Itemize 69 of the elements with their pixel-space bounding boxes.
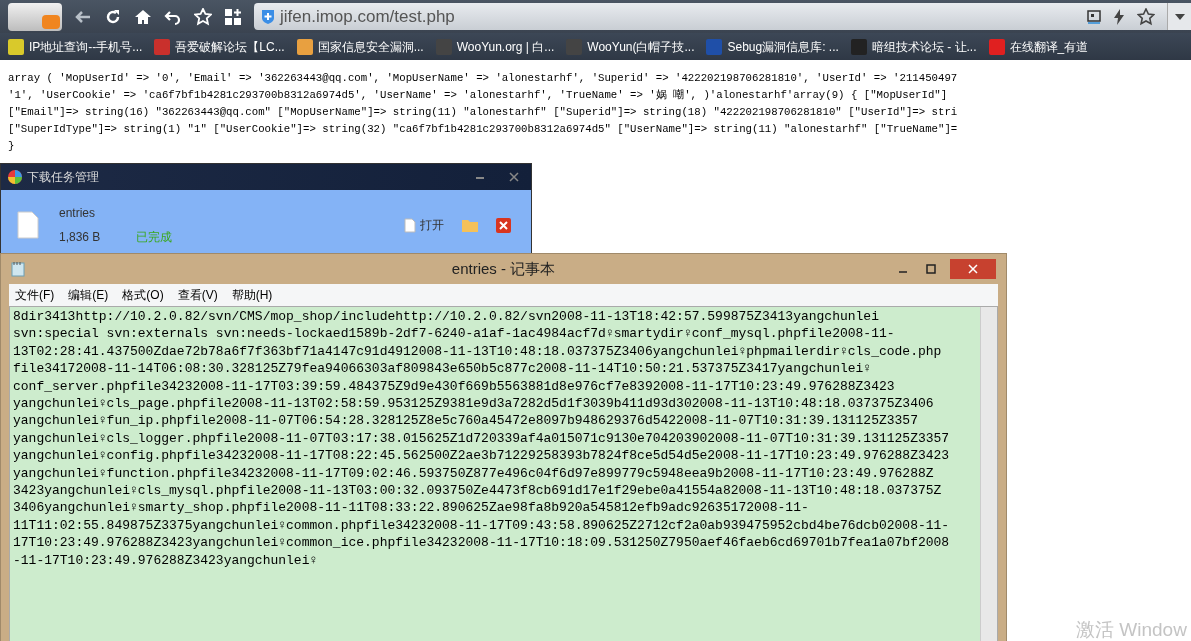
window-title: entries - 记事本	[451, 258, 556, 279]
text-line: file34172008-11-14T06:08:30.328125Z79fea94066303af809843e650b5c877c2008-11-14T10:50:21.537375Z3417yangchunlei♀	[13, 360, 873, 378]
file-icon	[17, 211, 39, 239]
text-line: 3406yangchunlei♀smarty_shop.phpfile2008-11-11T08:33:22.890625Zae98fa8b920a545812efb9adc92635172008-11-	[13, 499, 810, 517]
site-icon	[154, 38, 171, 55]
text-line: yangchunlei♀config.phpfile34232008-11-17T08:22:45.562500Z2ae3b71229258393b7824f8ce5d54d5e2008-11-17T10:23:49.976288Z3423	[13, 447, 951, 465]
output-line: ["SuperIdType"]=> string(1) "1" ["UserCookie"]=> string(32) "ca6f7bf1b4281c293700b8312a6974d5" ["UserName"]=> string(11) "alonestarhf" ["TrueName"]=	[8, 122, 959, 137]
text-line: svn:special svn:externals svn:needs-lockaed1589b-2df7-6240-a1af-1ac4984acf7d♀smartydir♀conf_mysql.phpfile2008-11-	[13, 325, 896, 343]
bookmark-link[interactable]: IP地址查询--手机号...	[8, 37, 143, 56]
qr-code-icon[interactable]	[1087, 9, 1101, 24]
site-icon	[850, 38, 867, 55]
text-line: yangchunlei♀cls_page.phpfile2008-11-13T02:58:59.953125Z9381e9d3a7282d5d1f3039b411d93d302008-11-13T10:48:18.037375Z3406	[13, 395, 935, 413]
bookmark-link[interactable]: WooYun(白帽子技...	[566, 37, 695, 56]
text-line: yangchunlei♀fun_ip.phpfile2008-11-07T06:54:28.328125Z8e5c760a45472e8097b948629376d5422008-11-07T10:31:39.131125Z3357	[13, 412, 919, 430]
menu-item[interactable]: 帮助(H)	[231, 286, 273, 304]
bookmark-link[interactable]: 在线翻译_有道	[988, 37, 1089, 56]
url-text[interactable]: jifen.imop.com/test.php	[280, 3, 455, 30]
file-icon	[404, 217, 416, 233]
output-line: ["Email"]=> string(16) "362263443@qq.com" ["MopUserName"]=> string(11) "alonestarhf" ["Superid"]=> string(18) "422202198706281810" ["UserId"]=> stri	[8, 105, 959, 120]
dropdown-button[interactable]	[1167, 3, 1191, 30]
site-icon	[988, 38, 1005, 55]
text-line: 11T11:02:55.849875Z3375yangchunlei♀common.phpfile34232008-11-17T09:43:58.890625Z2712cf2a0ab939475952cbd4be76dcb02008-11-	[13, 516, 951, 535]
window-title: 下载任务管理	[27, 169, 99, 186]
app-logo-icon	[7, 169, 23, 185]
output-line: '1', 'UserCookie' => 'ca6f7bf1b4281c293700b8312a6974d5', 'UserName' => 'alonestarhf', 'TrueName' => '娲 嘲', )'alonestarhf'array(9) { ["MopUserId"]	[8, 88, 949, 103]
open-button[interactable]: 打开	[404, 216, 444, 234]
bookmark-link[interactable]: WooYun.org | 白...	[435, 37, 555, 56]
bookmark-link[interactable]: Sebug漏洞信息库: ...	[706, 37, 839, 56]
lightning-icon[interactable]	[1113, 8, 1125, 25]
site-icon	[706, 38, 723, 55]
text-line: yangchunlei♀function.phpfile34232008-11-17T09:02:46.593750Z877e496c04f6d97e899779c5948eea9b2008-11-17T10:23:49.976288Z	[13, 464, 935, 483]
shield-icon	[260, 8, 276, 25]
menu-item[interactable]: 文件(F)	[15, 286, 55, 304]
download-status: 已完成	[136, 229, 172, 246]
bookmark-link[interactable]: 吾爱破解论坛【LC...	[154, 37, 285, 56]
text-line: conf_server.phpfile34232008-11-17T03:39:59.484375Z9d9e430f669b5563881d8e976cf7e8392008-11-17T10:23:49.976288Z3423	[13, 377, 896, 396]
reload-icon[interactable]	[104, 7, 122, 26]
output-line: array ( 'MopUserId' => '0', 'Email' => '362263443@qq.com', 'MopUserName' => 'alonestarhf', 'Superid' => '422202198706281810', 'UserId' => '211450497	[8, 71, 959, 86]
delete-icon[interactable]	[496, 217, 511, 233]
bookmark-link[interactable]: 暗组技术论坛 - 让...	[850, 37, 977, 56]
menu-item[interactable]: 格式(O)	[122, 286, 164, 304]
scrollbar[interactable]	[980, 307, 997, 641]
text-line: 8dir3413http://10.2.0.82/svn/CMS/mop_shop/includehttp://10.2.0.82/svn2008-11-13T18:42:57.599875Z3413yangchunlei	[13, 308, 880, 326]
file-size: 1,836 B	[59, 229, 102, 246]
close-icon[interactable]	[509, 172, 519, 182]
site-icon	[296, 38, 313, 55]
caret-icon	[1174, 13, 1185, 20]
site-icon	[8, 38, 24, 55]
activation-notice: 激活 Window	[1076, 618, 1187, 641]
bookmark-link[interactable]: 国家信息安全漏洞...	[296, 37, 424, 56]
home-icon[interactable]	[134, 7, 152, 26]
maximize-icon[interactable]	[926, 264, 936, 274]
back-icon[interactable]	[74, 8, 92, 25]
text-area[interactable]	[9, 306, 998, 641]
apps-icon[interactable]	[224, 7, 242, 26]
text-line: -11-17T10:23:49.976288Z3423yangchunlei♀	[13, 551, 319, 570]
text-line: yangchunlei♀cls_logger.phpfile2008-11-07T03:17:38.015625Z1d720339af4a015071c9130e704203902008-11-07T10:31:39.131125Z3357	[13, 429, 951, 448]
browser-logo-icon[interactable]	[8, 2, 62, 31]
menu-item[interactable]: 编辑(E)	[68, 286, 109, 304]
text-line: 17T10:23:49.976288Z3423yangchunlei♀common_ice.phpfile34232008-11-17T10:18:09.531250Z7950aef46faeb6cd69701b7fea1a07bf2008	[13, 534, 951, 552]
close-icon	[968, 264, 978, 274]
file-name: entries	[59, 205, 97, 222]
text-line: 13T02:28:41.437500Zdae72b78a6f7f363bf71a4147c91d4912008-11-13T10:48:18.037375Z3406yangchunlei♀phpmailerdir♀cls_code.php	[13, 342, 943, 361]
menu-item[interactable]: 查看(V)	[177, 286, 218, 304]
address-bar[interactable]: jifen.imop.com/test.php	[254, 3, 1191, 30]
notepad-icon	[11, 261, 25, 277]
star-icon[interactable]	[1137, 7, 1155, 26]
text-line: 3423yangchunlei♀cls_mysql.phpfile2008-11-13T03:00:32.093750Ze4473f8cb691d17e1f29ebe0a41554a82008-11-13T10:48:18.037375Z	[13, 482, 943, 500]
output-line: }	[8, 139, 16, 154]
